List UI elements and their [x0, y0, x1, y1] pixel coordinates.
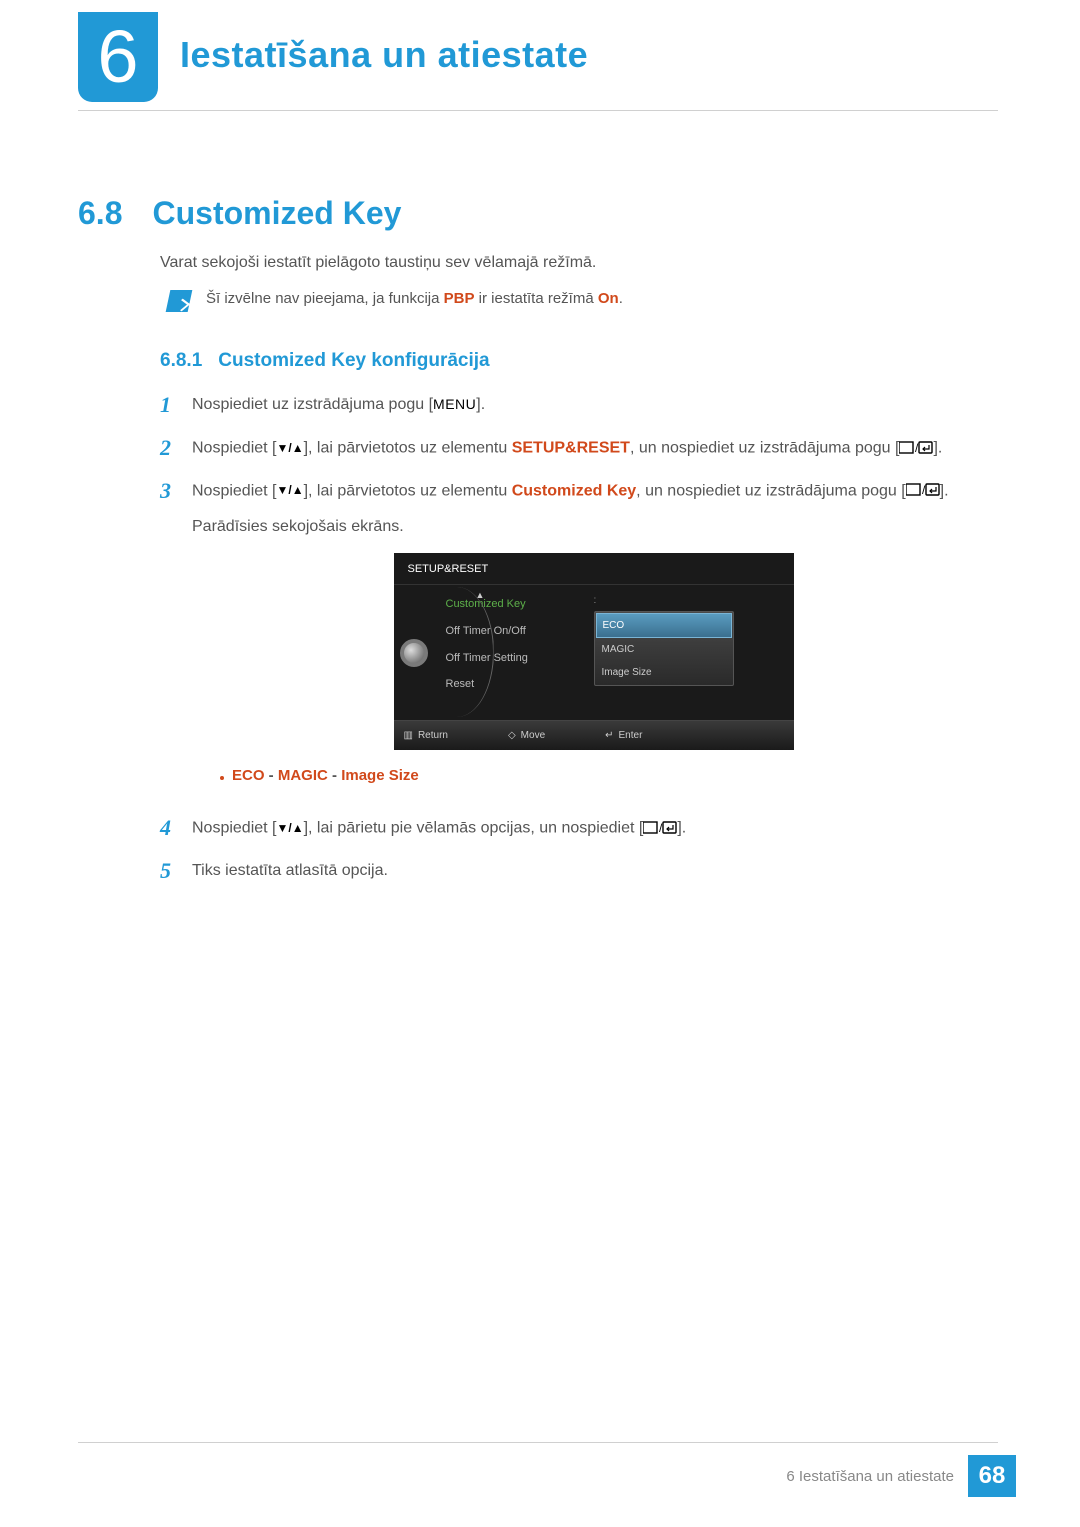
step-1: 1 Nospiediet uz izstrādājuma pogu [MENU]…: [160, 390, 995, 421]
note-post: .: [619, 290, 623, 307]
step-4: 4 Nospiediet [▼/▲], lai pārietu pie vēla…: [160, 813, 995, 844]
opt-magic: MAGIC: [278, 767, 328, 784]
note-mid: ir iestatīta režīmā: [474, 290, 597, 307]
text: ], lai pārietu pie vēlamās opcijas, un n…: [304, 819, 644, 836]
text: ].: [677, 819, 686, 836]
step-number: 4: [160, 813, 178, 844]
chapter-tab: 6: [78, 12, 158, 102]
footer-text: 6 Iestatīšana un atiestate: [786, 1468, 954, 1485]
footer-divider: [78, 1442, 998, 1443]
bullet-options: ECO - MAGIC - Image Size: [220, 762, 995, 791]
opt-eco: ECO: [232, 767, 265, 784]
step-number: 2: [160, 433, 178, 464]
section-number: 6.8: [78, 195, 122, 232]
move-icon: ◇: [508, 726, 516, 745]
section-title: Customized Key: [152, 195, 401, 232]
label: Enter: [619, 726, 643, 745]
step-5: 5 Tiks iestatīta atlasītā opcija.: [160, 856, 995, 887]
down-up-arrows-icon: ▼/▲: [277, 817, 304, 840]
down-up-arrows-icon: ▼/▲: [277, 437, 304, 460]
step-3: 3 Nospiediet [▼/▲], lai pārvietotos uz e…: [160, 476, 995, 801]
osd-footer-enter: ↵ Enter: [605, 726, 642, 745]
enter-icon: ↵: [605, 726, 613, 745]
osd-title: SETUP&RESET: [394, 553, 794, 585]
step-text: Nospiediet [▼/▲], lai pārvietotos uz ele…: [192, 476, 995, 801]
text: Nospiediet [: [192, 482, 277, 499]
text: ], lai pārvietotos uz elementu: [304, 439, 512, 456]
header-divider: [78, 110, 998, 111]
osd-footer: ▥ Return ◇ Move ↵ Enter: [394, 720, 794, 750]
subsection-heading: 6.8.1 Customized Key konfigurācija: [160, 350, 490, 372]
step-number: 5: [160, 856, 178, 887]
osd-colon: :: [594, 591, 734, 610]
rect-enter-icon: /: [906, 476, 940, 506]
step-number: 3: [160, 476, 178, 801]
down-up-arrows-icon: ▼/▲: [277, 479, 304, 502]
label: Return: [418, 726, 448, 745]
text: ].: [476, 396, 485, 413]
osd-option-eco: ECO: [596, 613, 732, 638]
bullet-text: ECO - MAGIC - Image Size: [232, 762, 419, 791]
osd-option-group: ECO MAGIC Image Size: [594, 611, 734, 686]
osd-right-options: : ECO MAGIC Image Size: [594, 591, 734, 699]
text: Nospiediet [: [192, 819, 277, 836]
opt-image-size: Image Size: [341, 767, 419, 784]
sep: -: [265, 767, 278, 784]
osd-dial-icon: [400, 639, 428, 667]
note-text: Šī izvēlne nav pieejama, ja funkcija PBP…: [206, 290, 623, 307]
step-2: 2 Nospiediet [▼/▲], lai pārvietotos uz e…: [160, 433, 995, 464]
steps-list: 1 Nospiediet uz izstrādājuma pogu [MENU]…: [160, 390, 995, 898]
osd-option-image-size: Image Size: [596, 661, 732, 684]
note-icon: [166, 290, 193, 312]
text: , un nospiediet uz izstrādājuma pogu [: [630, 439, 900, 456]
osd-footer-move: ◇ Move: [508, 726, 545, 745]
note-row: Šī izvēlne nav pieejama, ja funkcija PBP…: [168, 290, 623, 312]
text: Nospiediet [: [192, 439, 277, 456]
text: ], lai pārvietotos uz elementu: [304, 482, 512, 499]
step-text: Nospiediet uz izstrādājuma pogu [MENU].: [192, 390, 995, 421]
osd-arc: [420, 587, 494, 717]
note-pre: Šī izvēlne nav pieejama, ja funkcija: [206, 290, 444, 307]
intro-text: Varat sekojoši iestatīt pielāgoto tausti…: [160, 254, 596, 272]
return-icon: ▥: [404, 726, 413, 745]
hl-setupreset: SETUP&RESET: [512, 439, 630, 456]
page-footer: 6 Iestatīšana un atiestate 68: [786, 1455, 1016, 1497]
osd-body: ▲ Customized Key Off Timer On/Off Off Ti…: [394, 585, 794, 721]
text: , un nospiediet uz izstrādājuma pogu [: [636, 482, 906, 499]
osd-footer-return: ▥ Return: [404, 726, 448, 745]
osd-left-menu: Customized Key Off Timer On/Off Off Time…: [404, 591, 554, 699]
bullet-dot-icon: [220, 776, 224, 780]
hl-customizedkey: Customized Key: [512, 482, 636, 499]
chapter-title: Iestatīšana un atiestate: [180, 34, 588, 76]
sep: -: [328, 767, 341, 784]
step-text: Nospiediet [▼/▲], lai pārvietotos uz ele…: [192, 433, 995, 464]
step-3-extra: Parādīsies sekojošais ekrāns.: [192, 512, 995, 542]
step-number: 1: [160, 390, 178, 421]
step-text: Nospiediet [▼/▲], lai pārietu pie vēlamā…: [192, 813, 995, 844]
step-text: Tiks iestatīta atlasītā opcija.: [192, 856, 995, 887]
osd-screenshot: SETUP&RESET ▲ Customized Key Off Timer O…: [394, 553, 794, 750]
chapter-number: 6: [97, 20, 138, 94]
subsection-title: Customized Key konfigurācija: [218, 350, 489, 372]
text: Nospiediet uz izstrādājuma pogu [: [192, 396, 433, 413]
rect-enter-icon: /: [643, 813, 677, 843]
label: Move: [521, 726, 545, 745]
text: ].: [940, 482, 949, 499]
text: ].: [933, 439, 942, 456]
note-hl1: PBP: [444, 290, 475, 307]
note-hl2: On: [598, 290, 619, 307]
rect-enter-icon: /: [899, 433, 933, 463]
subsection-number: 6.8.1: [160, 350, 202, 372]
page-number: 68: [968, 1455, 1016, 1497]
section-heading: 6.8 Customized Key: [78, 195, 401, 232]
osd-option-magic: MAGIC: [596, 638, 732, 661]
menu-button-label: MENU: [433, 391, 476, 418]
